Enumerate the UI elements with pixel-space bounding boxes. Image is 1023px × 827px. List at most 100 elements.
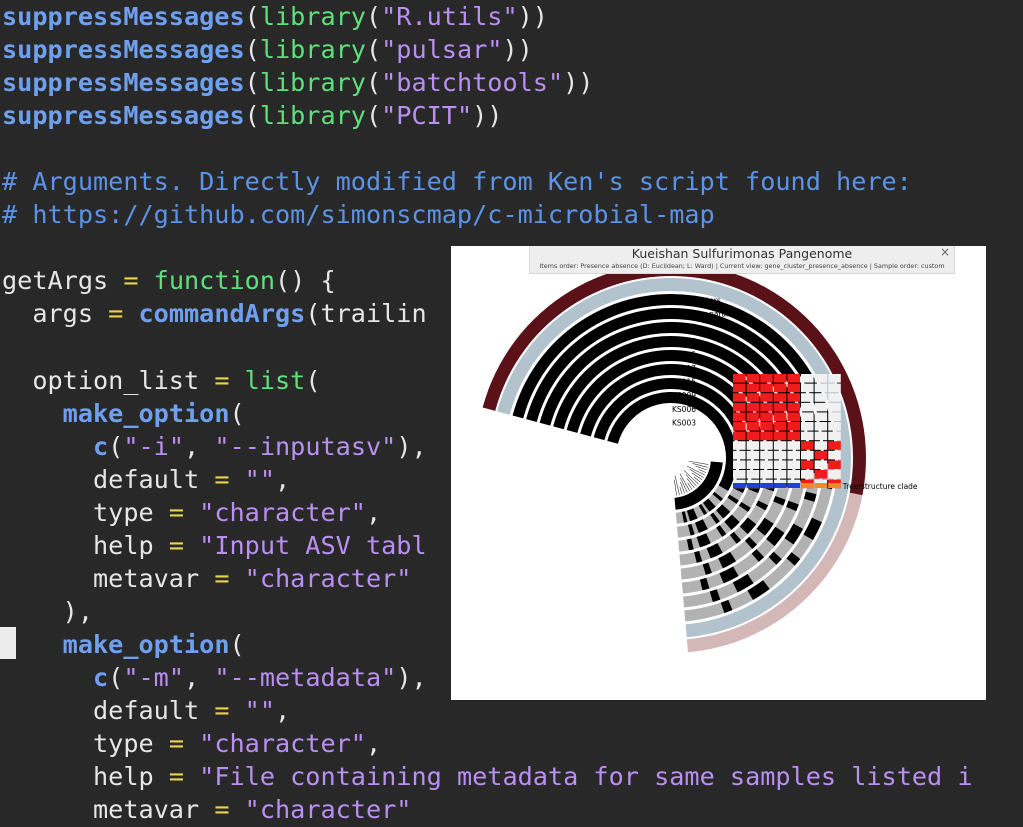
heatmap-cell [773, 450, 787, 460]
heatmap-cell [760, 393, 773, 402]
heatmap-cell [733, 393, 746, 402]
pangenome-radial-plot: SCG Clusters Max num paralogs KS027 KS025 KS… [482, 263, 918, 653]
code-line[interactable]: metavar = "character" [2, 562, 411, 595]
heatmap-cell [787, 460, 800, 469]
code-token: = [168, 497, 184, 527]
code-token: default [2, 696, 215, 726]
code-token: ( [244, 101, 260, 131]
code-token: metavar [2, 795, 215, 825]
code-line[interactable]: c("-m", "--metadata"), [2, 661, 427, 694]
heatmap-cell [787, 431, 800, 441]
heatmap-cell [814, 431, 828, 441]
pangenome-image-popup[interactable]: SCG Clusters Max num paralogs KS027 KS025 KS… [451, 246, 986, 700]
heatmap-cell [773, 470, 787, 479]
heatmap-cell [746, 383, 760, 393]
heatmap-cell [787, 393, 800, 402]
heatmap-cell [787, 450, 800, 460]
code-token: "-i" [123, 431, 185, 461]
heatmap-cell [760, 431, 773, 441]
code-token: # https://github.com/simonscmap/c-microb… [2, 200, 715, 230]
code-token: "-m" [123, 663, 185, 692]
code-token: "PCIT" [381, 101, 473, 131]
code-line[interactable]: suppressMessages(library("batchtools")) [2, 66, 593, 99]
code-token: = [108, 299, 124, 329]
clade-bar-cell [801, 483, 814, 488]
heatmap-cell [814, 460, 828, 469]
dendrogram-branch [679, 473, 691, 492]
code-line[interactable]: help = "File containing metadata for sam… [2, 760, 973, 793]
dendrogram-branch [674, 475, 680, 496]
code-token: # Arguments. Directly modified from Ken'… [2, 167, 912, 197]
heatmap-cell [814, 441, 828, 450]
code-line[interactable]: make_option( [2, 628, 245, 661]
code-token: "File containing metadata for same sampl… [199, 762, 973, 792]
clade-bar-cell [760, 483, 773, 488]
code-line[interactable]: type = "character", [2, 727, 381, 760]
heatmap-cell [760, 450, 773, 460]
heatmap-cell [733, 450, 746, 460]
heatmap-cell [787, 470, 800, 479]
code-token: ( [244, 2, 260, 31]
code-token: "R.utils" [381, 2, 518, 31]
heatmap-cell [746, 422, 760, 431]
heatmap-cell [746, 431, 760, 441]
code-line[interactable]: default = "", [2, 463, 290, 496]
code-line[interactable]: suppressMessages(library("pulsar")) [2, 33, 533, 66]
code-token: , [365, 497, 382, 527]
code-token: , [184, 663, 215, 692]
clade-bar-cell [828, 483, 841, 488]
code-line[interactable]: getArgs = function() { [2, 264, 336, 297]
layer-label: KS017 [672, 364, 696, 373]
code-line[interactable]: # Arguments. Directly modified from Ken'… [2, 165, 912, 198]
code-line[interactable]: suppressMessages(library("PCIT")) [2, 99, 502, 132]
code-line[interactable]: help = "Input ASV tabl [2, 529, 427, 562]
code-token: default [2, 464, 215, 494]
code-line[interactable]: suppressMessages(library("R.utils")) [2, 0, 548, 33]
heatmap-cell [746, 393, 760, 402]
heatmap-cell [787, 412, 800, 421]
code-token: library [259, 2, 366, 31]
code-token: , [365, 729, 382, 759]
code-line[interactable]: args = commandArgs(trailin [2, 297, 427, 330]
code-line[interactable]: make_option( [2, 397, 245, 430]
code-token: )) [502, 35, 533, 65]
code-token: , [275, 696, 291, 726]
code-token: getArgs [2, 266, 124, 296]
layer-label: KS015 [672, 378, 696, 387]
heatmap-cell [828, 374, 841, 383]
heatmap-cell [760, 402, 773, 412]
heatmap-cell [828, 460, 841, 469]
heatmap-cell [773, 412, 787, 421]
heatmap-cell [801, 450, 814, 460]
heatmap-cell [760, 470, 773, 479]
clade-bar-cell [773, 483, 787, 488]
code-line[interactable]: c("-i", "--inputasv"), [2, 430, 427, 463]
dendrogram-branch [685, 474, 697, 487]
heatmap-cell [787, 402, 800, 412]
code-token: (trailin [305, 299, 427, 329]
code-line[interactable]: metavar = "character" [2, 793, 411, 826]
close-icon[interactable]: × [940, 246, 950, 259]
heatmap-cell [828, 422, 841, 431]
dendrogram-branch [683, 470, 699, 485]
code-token: "batchtools" [381, 68, 564, 98]
code-line[interactable]: option_list = list( [2, 364, 320, 397]
heatmap-cell [787, 422, 800, 431]
code-token: = [214, 464, 230, 494]
heatmap-cell [828, 470, 841, 479]
code-token: "character" [244, 563, 412, 593]
heatmap-cell [773, 422, 787, 431]
heatmap-cell [773, 402, 787, 412]
code-line[interactable]: type = "character", [2, 496, 381, 529]
code-line[interactable]: ), [2, 595, 93, 628]
layer-label: KS009 [672, 391, 696, 400]
code-token: )) [563, 68, 594, 98]
code-line[interactable]: default = "", [2, 694, 290, 727]
heatmap-cell [801, 431, 814, 441]
heatmap-cell [746, 374, 760, 383]
code-line[interactable]: # https://github.com/simonscmap/c-microb… [2, 198, 715, 231]
